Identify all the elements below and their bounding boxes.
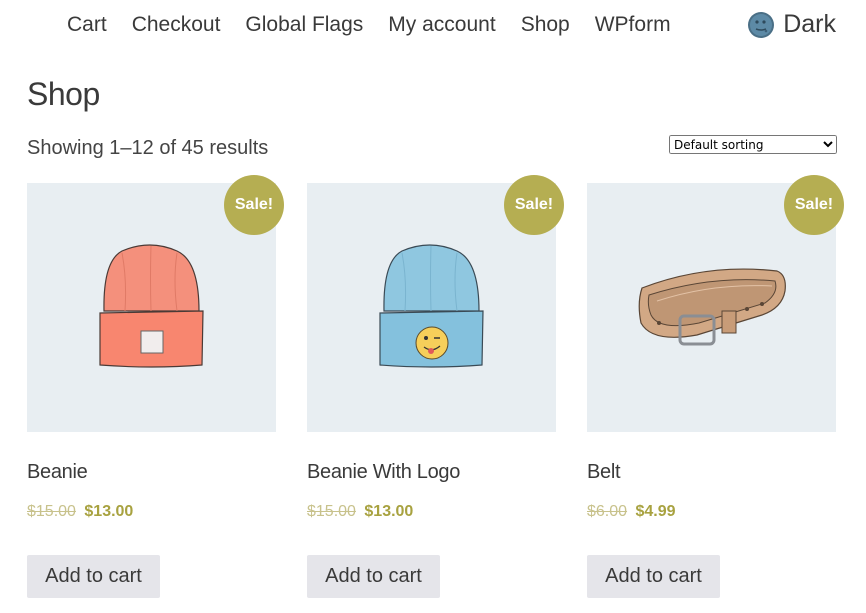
sale-price: $4.99 xyxy=(635,503,676,520)
product-image-beanie[interactable]: Sale! xyxy=(27,175,284,432)
nav-item-global-flags[interactable]: Global Flags xyxy=(245,10,363,40)
moon-icon xyxy=(748,11,775,38)
sale-badge: Sale! xyxy=(504,175,564,235)
product-title[interactable]: Beanie xyxy=(27,461,88,484)
dark-mode-toggle[interactable]: Dark xyxy=(747,10,836,39)
page-title: Shop xyxy=(27,76,100,112)
nav-item-wpform[interactable]: WPform xyxy=(595,10,671,40)
dark-mode-label: Dark xyxy=(783,10,836,38)
product-title[interactable]: Belt xyxy=(587,461,621,484)
nav-item-my-account[interactable]: My account xyxy=(388,10,495,40)
product-card-beanie-with-logo: Sale! Beanie With Logo $15.00 $13.00 Add… xyxy=(307,175,564,603)
sorting-select[interactable]: Default sorting xyxy=(669,135,837,154)
add-to-cart-button[interactable]: Add to cart xyxy=(587,555,720,598)
regular-price: $15.00 xyxy=(27,503,76,520)
product-card-beanie: Sale! Beanie $15.00 $13.00 Add to cart xyxy=(27,175,284,603)
sale-badge: Sale! xyxy=(784,175,844,235)
result-count: Showing 1–12 of 45 results xyxy=(27,137,269,159)
nav-item-cart[interactable]: Cart xyxy=(67,10,107,40)
product-card-belt: Sale! Belt $6.00 $4.99 Add to cart xyxy=(587,175,844,603)
main-navigation: Cart Checkout Global Flags My account Sh… xyxy=(67,10,696,40)
add-to-cart-button[interactable]: Add to cart xyxy=(27,555,160,598)
product-title[interactable]: Beanie With Logo xyxy=(307,461,460,484)
product-price: $6.00 $4.99 xyxy=(587,503,676,521)
product-price: $15.00 $13.00 xyxy=(307,503,413,521)
add-to-cart-button[interactable]: Add to cart xyxy=(307,555,440,598)
sale-price: $13.00 xyxy=(364,503,414,520)
sale-price: $13.00 xyxy=(84,503,134,520)
regular-price: $6.00 xyxy=(587,503,628,520)
sale-badge: Sale! xyxy=(224,175,284,235)
product-image-beanie-with-logo[interactable]: Sale! xyxy=(307,175,564,432)
regular-price: $15.00 xyxy=(307,503,356,520)
product-price: $15.00 $13.00 xyxy=(27,503,133,521)
nav-item-checkout[interactable]: Checkout xyxy=(132,10,221,40)
product-image-belt[interactable]: Sale! xyxy=(587,175,844,432)
nav-item-shop[interactable]: Shop xyxy=(521,10,570,40)
